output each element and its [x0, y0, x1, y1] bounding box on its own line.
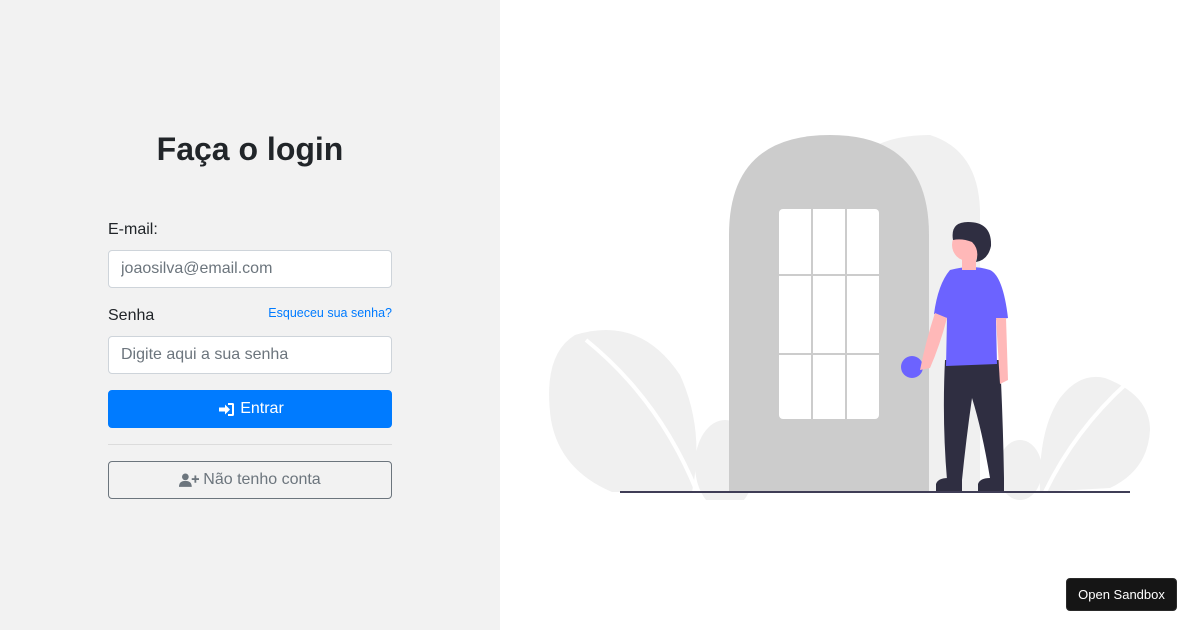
open-sandbox-button[interactable]: Open Sandbox: [1066, 578, 1177, 611]
password-label: Senha: [108, 307, 155, 324]
door-knob: [901, 356, 923, 378]
password-field[interactable]: [108, 336, 392, 374]
email-label: E-mail:: [108, 221, 158, 238]
register-button[interactable]: Não tenho conta: [108, 461, 392, 499]
email-field[interactable]: [108, 250, 392, 288]
login-panel: Faça o login E-mail: Senha Esqueceu sua …: [0, 0, 500, 630]
divider: [108, 444, 392, 445]
user-plus-icon: [179, 472, 200, 488]
door-illustration: [549, 135, 1150, 500]
page-title: Faça o login: [156, 131, 344, 167]
left-leaf-shape: [549, 330, 697, 492]
login-button[interactable]: Entrar: [108, 390, 392, 428]
register-button-label: Não tenho conta: [203, 471, 321, 488]
sign-in-icon: [216, 401, 236, 417]
forgot-password-link[interactable]: Esqueceu sua senha?: [268, 306, 392, 320]
login-button-label: Entrar: [240, 400, 284, 417]
door-window: [779, 209, 879, 419]
right-leaf-shape: [1039, 376, 1150, 492]
